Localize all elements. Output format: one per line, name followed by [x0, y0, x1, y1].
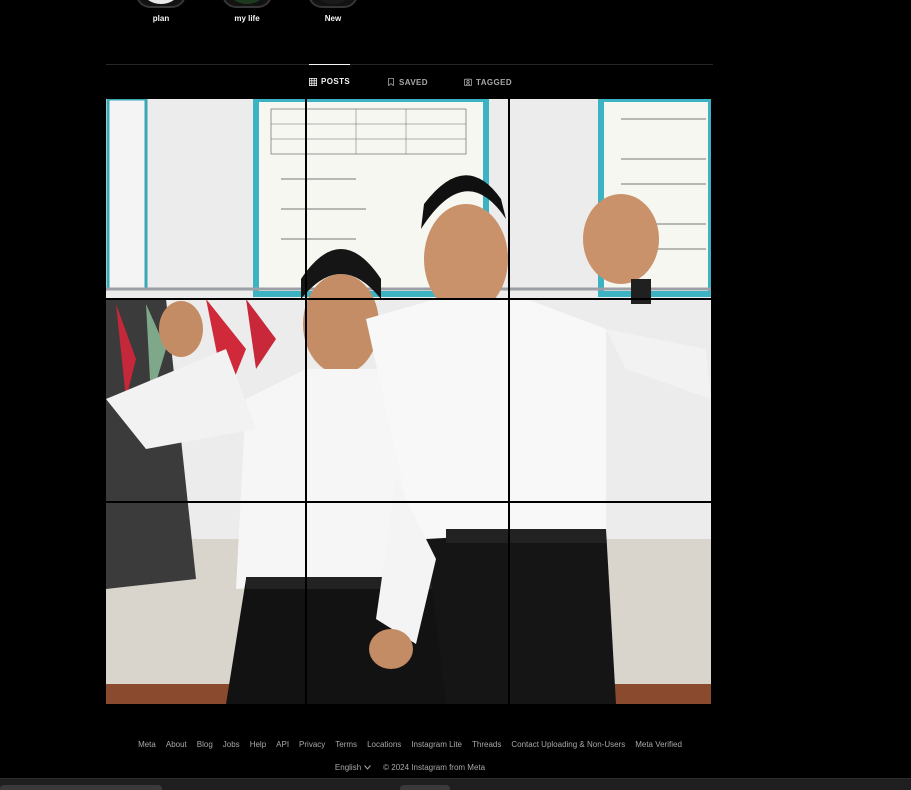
bookmark-icon — [388, 78, 394, 86]
post-photo — [106, 300, 305, 501]
post-photo — [106, 503, 305, 704]
footer-links: Meta About Blog Jobs Help API Privacy Te… — [0, 740, 820, 749]
post-tile[interactable] — [510, 99, 711, 298]
post-photo — [106, 99, 305, 298]
post-tile[interactable] — [106, 99, 305, 298]
post-photo — [307, 503, 508, 704]
copyright: © 2024 Instagram from Meta — [383, 763, 486, 772]
footer-bottom: English © 2024 Instagram from Meta — [0, 763, 820, 772]
post-photo — [510, 503, 711, 704]
post-photo — [307, 300, 508, 501]
footer-link-blog[interactable]: Blog — [197, 740, 213, 749]
footer-link-contact-uploading[interactable]: Contact Uploading & Non-Users — [511, 740, 625, 749]
highlight-plan[interactable]: plan — [131, 0, 191, 23]
post-photo — [307, 99, 508, 298]
post-tile[interactable] — [307, 99, 508, 298]
footer-link-instagram-lite[interactable]: Instagram Lite — [411, 740, 462, 749]
footer-link-api[interactable]: API — [276, 740, 289, 749]
post-tile[interactable] — [106, 503, 305, 704]
footer-link-meta-verified[interactable]: Meta Verified — [635, 740, 682, 749]
post-tile[interactable] — [307, 300, 508, 501]
tab-posts[interactable]: POSTS — [309, 64, 351, 98]
footer-link-threads[interactable]: Threads — [472, 740, 501, 749]
post-photo — [510, 99, 711, 298]
tab-label: SAVED — [399, 77, 428, 87]
language-selector[interactable]: English — [334, 763, 372, 772]
post-tile[interactable] — [307, 503, 508, 704]
taskbar-item[interactable] — [0, 785, 162, 790]
highlight-label: New — [324, 14, 342, 23]
highlight-cover — [136, 0, 186, 8]
tag-person-icon — [464, 78, 472, 86]
language-label: English — [334, 763, 362, 772]
footer-link-help[interactable]: Help — [250, 740, 266, 749]
highlight-label: my life — [234, 14, 260, 23]
grid-icon — [309, 77, 317, 86]
story-highlights: plan my life New — [0, 0, 911, 40]
chevron-down-icon — [364, 765, 372, 770]
posts-grid — [106, 99, 711, 704]
tab-tagged[interactable]: TAGGED — [464, 65, 512, 99]
highlight-new[interactable]: New — [303, 0, 363, 23]
footer-link-locations[interactable]: Locations — [367, 740, 401, 749]
footer-link-privacy[interactable]: Privacy — [299, 740, 325, 749]
footer-link-about[interactable]: About — [166, 740, 187, 749]
highlight-cover — [222, 0, 272, 8]
footer-link-jobs[interactable]: Jobs — [223, 740, 240, 749]
post-photo — [510, 300, 711, 501]
highlight-my-life[interactable]: my life — [217, 0, 277, 23]
footer-link-terms[interactable]: Terms — [335, 740, 357, 749]
tab-label: TAGGED — [476, 77, 513, 87]
highlight-cover — [308, 0, 358, 8]
tab-label: POSTS — [321, 77, 351, 86]
profile-tabs: POSTS SAVED TAGGED — [106, 64, 713, 98]
post-tile[interactable] — [510, 503, 711, 704]
post-tile[interactable] — [106, 300, 305, 501]
os-taskbar — [0, 778, 911, 790]
post-tile[interactable] — [510, 300, 711, 501]
taskbar-item[interactable] — [400, 785, 450, 790]
tab-saved[interactable]: SAVED — [387, 65, 428, 99]
highlight-label: plan — [152, 14, 170, 23]
footer-link-meta[interactable]: Meta — [138, 740, 156, 749]
